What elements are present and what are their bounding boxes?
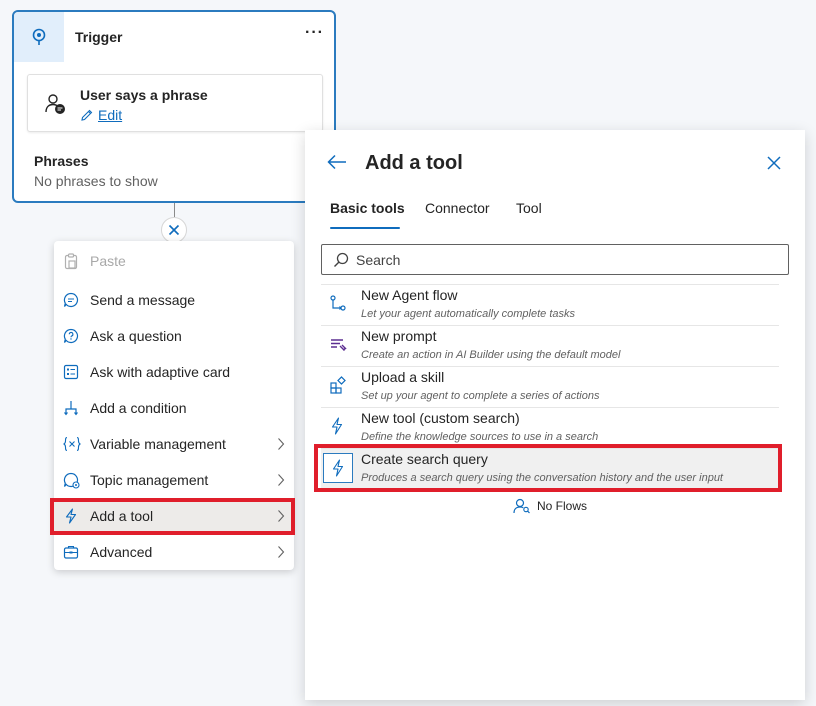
menu-item-label: Add a condition xyxy=(90,400,187,416)
tool-row-custom-search[interactable]: New tool (custom search) Define the know… xyxy=(321,407,779,448)
menu-item-paste[interactable]: Paste xyxy=(54,243,294,279)
tool-description: Set up your agent to complete a series o… xyxy=(361,390,600,402)
lightning-icon xyxy=(63,508,79,524)
back-arrow-icon[interactable] xyxy=(327,154,347,170)
menu-item-add-condition[interactable]: Add a condition xyxy=(54,390,294,426)
tool-description: Create an action in AI Builder using the… xyxy=(361,349,621,361)
menu-item-advanced[interactable]: Advanced xyxy=(54,534,294,570)
edit-link[interactable]: Edit xyxy=(80,107,122,123)
add-node-menu: Paste Send a message Ask a question Ask … xyxy=(54,241,294,570)
phrase-card-title: User says a phrase xyxy=(80,87,208,103)
lightning-icon xyxy=(323,453,353,483)
menu-item-send-message[interactable]: Send a message xyxy=(54,282,294,318)
menu-item-label: Topic management xyxy=(90,472,209,488)
search-input[interactable] xyxy=(356,251,776,269)
tool-row-upload-skill[interactable]: Upload a skill Set up your agent to comp… xyxy=(321,366,779,407)
no-flows-label: No Flows xyxy=(537,499,588,513)
more-options-button[interactable]: ··· xyxy=(305,24,324,42)
no-flows-status: No Flows xyxy=(513,498,587,514)
menu-item-label: Ask with adaptive card xyxy=(90,364,231,380)
tab-tool[interactable]: Tool xyxy=(516,200,542,216)
menu-item-label: Paste xyxy=(90,253,126,269)
close-menu-button[interactable] xyxy=(161,217,187,243)
adaptive-card-icon xyxy=(63,364,79,380)
chevron-right-icon xyxy=(277,473,285,487)
chevron-right-icon xyxy=(277,437,285,451)
question-bubble-icon xyxy=(63,328,79,344)
variable-icon xyxy=(63,436,81,452)
tool-description: Let your agent automatically complete ta… xyxy=(361,308,576,320)
person-search-icon xyxy=(513,498,531,514)
tool-name: New prompt xyxy=(361,328,437,344)
chevron-right-icon xyxy=(277,509,285,523)
paste-icon xyxy=(63,253,79,270)
menu-item-variable-management[interactable]: Variable management xyxy=(54,426,294,462)
menu-item-ask-question[interactable]: Ask a question xyxy=(54,318,294,354)
menu-item-label: Variable management xyxy=(90,436,226,452)
tool-row-new-prompt[interactable]: New prompt Create an action in AI Builde… xyxy=(321,325,779,366)
tool-name: Upload a skill xyxy=(361,369,445,385)
lightning-icon xyxy=(329,417,345,435)
tool-description: Produces a search query using the conver… xyxy=(361,472,723,484)
menu-item-label: Send a message xyxy=(90,292,196,308)
flow-icon xyxy=(329,294,347,312)
tool-row-create-search-query[interactable]: Create search query Produces a search qu… xyxy=(321,448,779,489)
skill-icon xyxy=(329,376,347,394)
topic-icon xyxy=(63,472,80,489)
tool-description: Define the knowledge sources to use in a… xyxy=(361,431,599,443)
tool-name: New Agent flow xyxy=(361,287,458,303)
pencil-icon xyxy=(81,109,93,121)
toolbox-icon xyxy=(63,544,79,560)
menu-item-label: Ask a question xyxy=(90,328,182,344)
trigger-header: Trigger ··· xyxy=(14,12,334,64)
close-icon xyxy=(168,224,180,236)
search-icon xyxy=(333,252,349,268)
tab-basic-tools[interactable]: Basic tools xyxy=(330,200,405,216)
tool-name: Create search query xyxy=(361,451,488,467)
tab-selected-indicator xyxy=(330,227,400,229)
prompt-icon xyxy=(329,335,347,353)
menu-item-label: Advanced xyxy=(90,544,153,560)
tool-row-new-agent-flow[interactable]: New Agent flow Let your agent automatica… xyxy=(321,284,779,325)
trigger-title: Trigger xyxy=(75,29,123,45)
search-box[interactable] xyxy=(321,244,789,275)
edit-label: Edit xyxy=(98,107,123,123)
menu-item-label: Add a tool xyxy=(90,508,154,524)
phrase-card[interactable]: User says a phrase Edit xyxy=(27,74,323,132)
add-tool-panel: Add a tool Basic tools Connector Tool Ne… xyxy=(305,130,805,700)
user-chat-icon xyxy=(44,93,66,115)
chat-bubble-icon xyxy=(63,292,79,308)
trigger-card[interactable]: Trigger ··· User says a phrase Edit Phra… xyxy=(12,10,336,203)
connector-line xyxy=(174,203,175,217)
trigger-icon xyxy=(14,12,64,62)
branch-icon xyxy=(63,400,79,416)
tab-connector[interactable]: Connector xyxy=(425,200,490,216)
chevron-right-icon xyxy=(277,545,285,559)
tool-name: New tool (custom search) xyxy=(361,410,520,426)
menu-item-topic-management[interactable]: Topic management xyxy=(54,462,294,498)
close-panel-icon[interactable] xyxy=(767,156,781,170)
phrases-label: Phrases xyxy=(34,153,89,169)
menu-item-adaptive-card[interactable]: Ask with adaptive card xyxy=(54,354,294,390)
phrases-empty-text: No phrases to show xyxy=(34,173,158,189)
menu-item-add-tool[interactable]: Add a tool xyxy=(54,498,294,534)
panel-title: Add a tool xyxy=(365,152,463,174)
